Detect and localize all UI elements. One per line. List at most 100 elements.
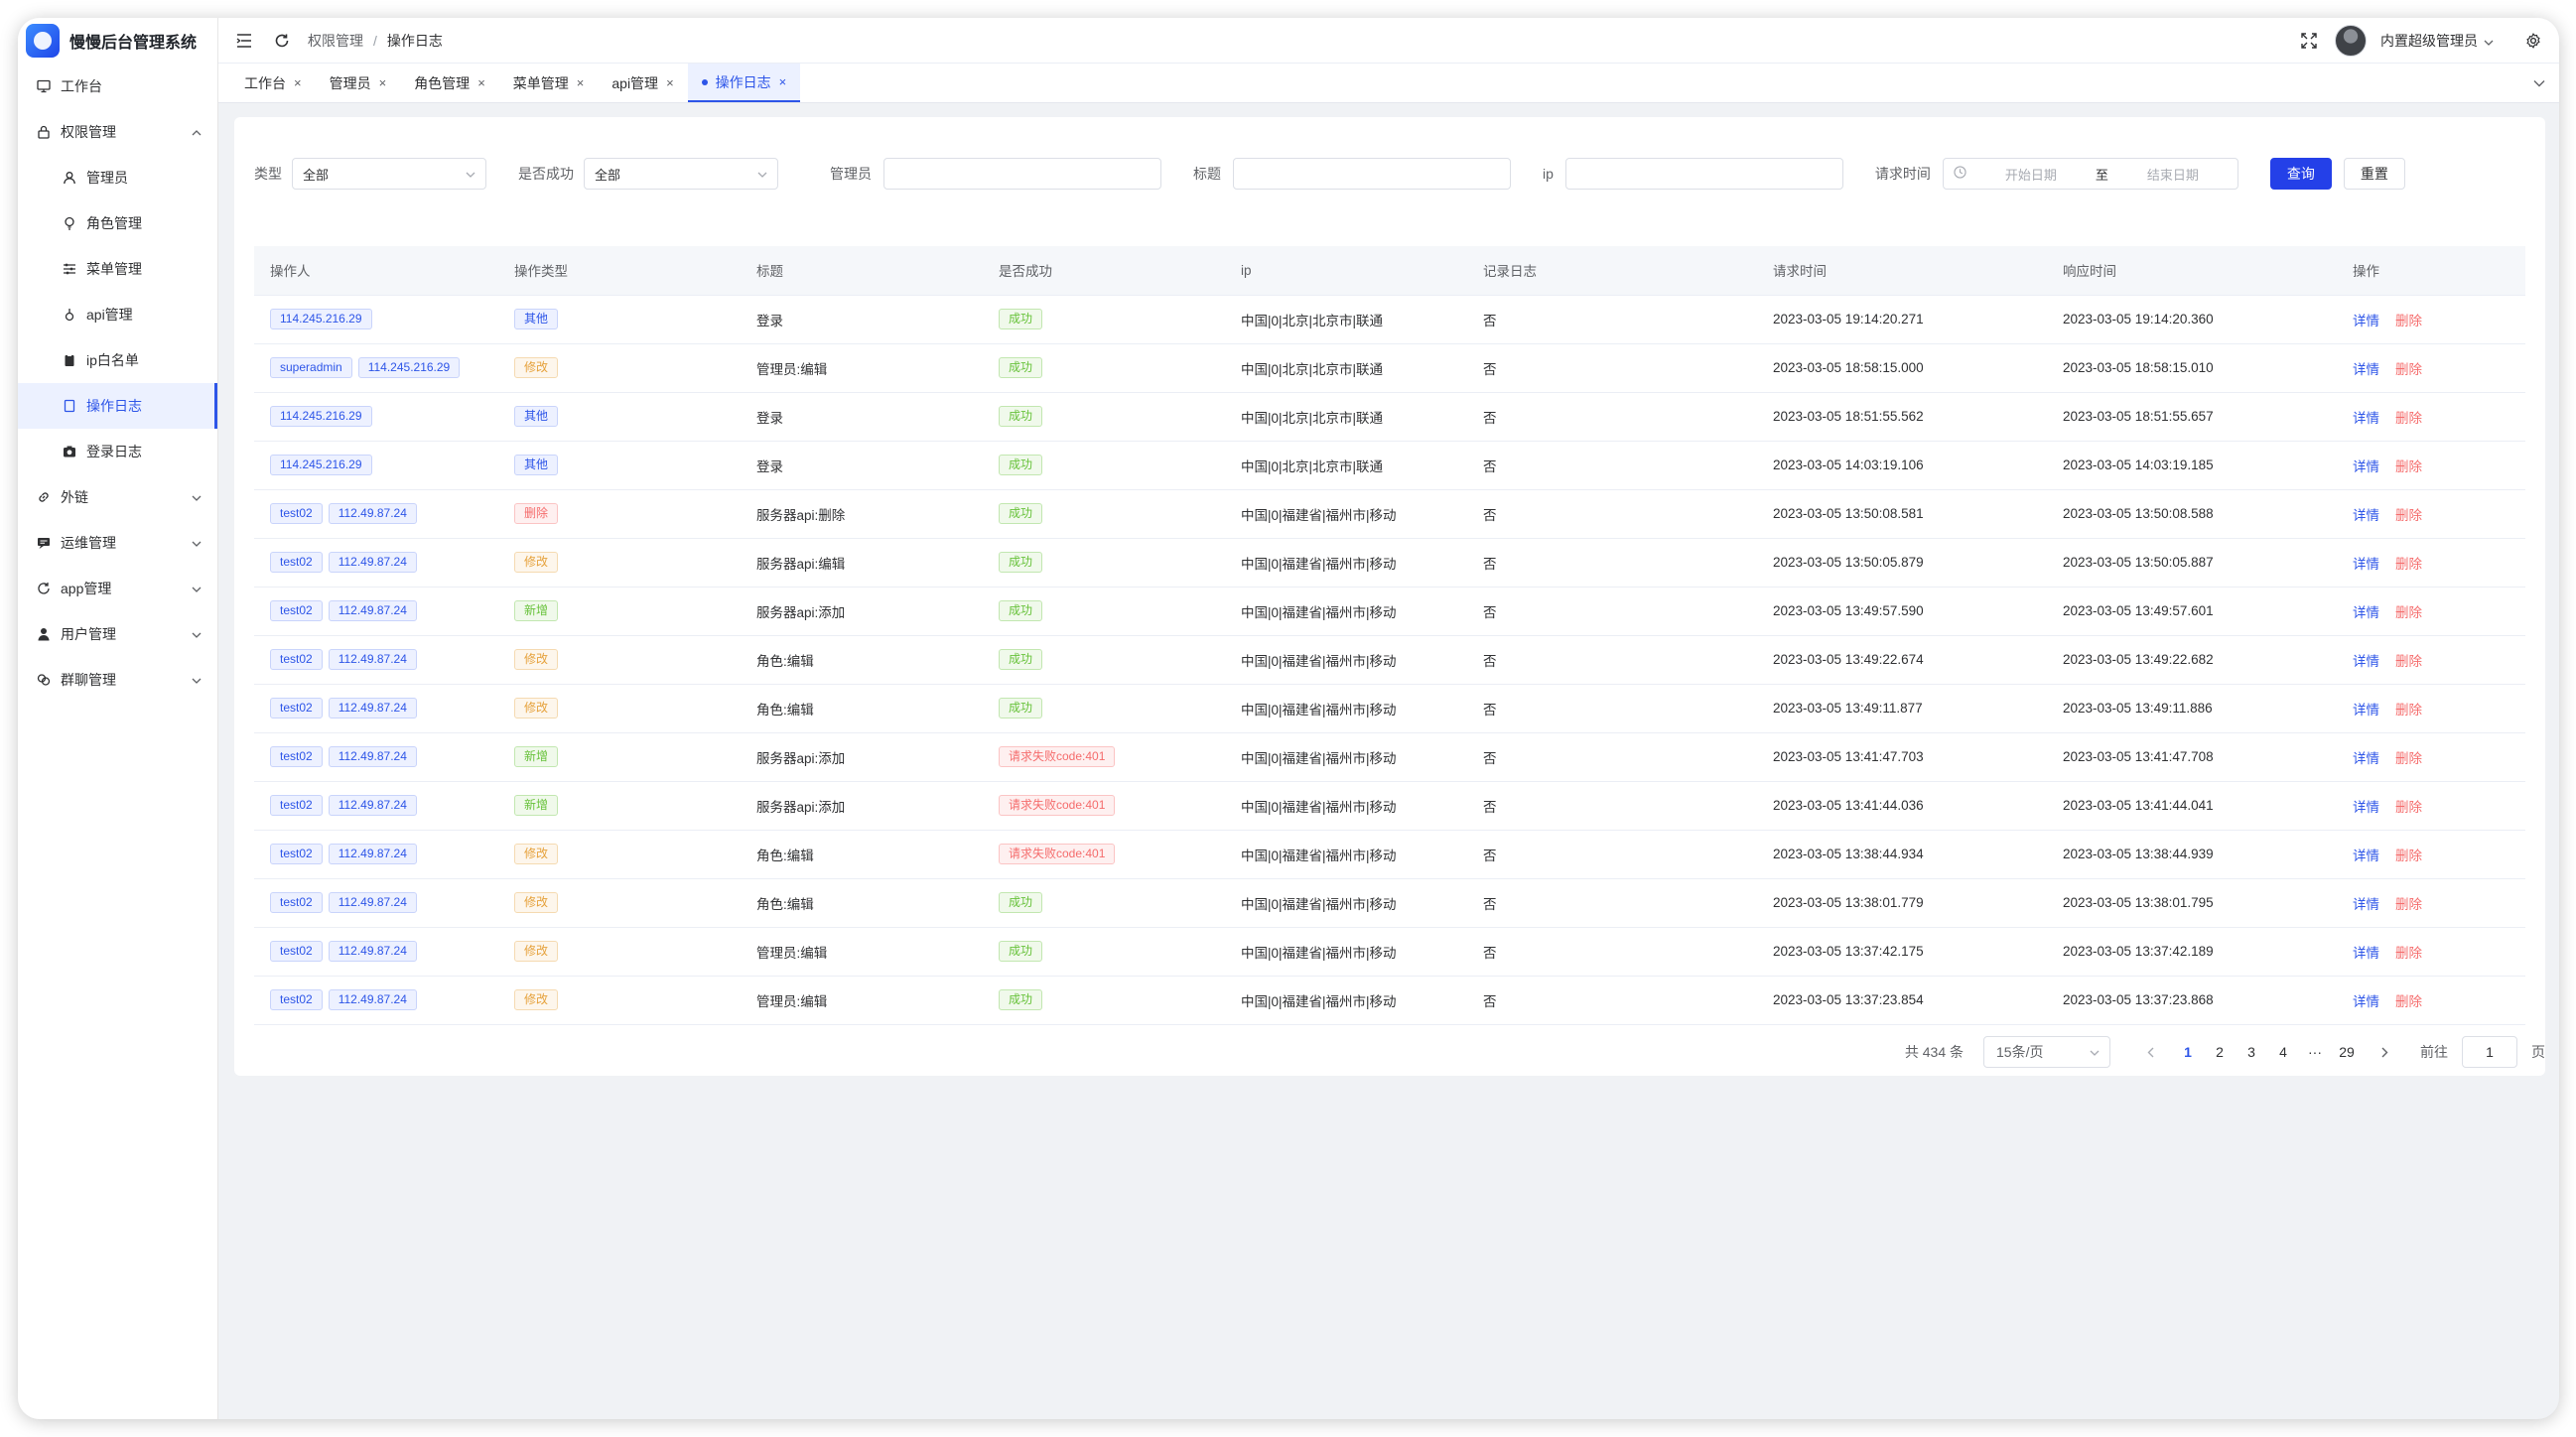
delete-button[interactable]: 删除 [2395,800,2422,815]
sidebar-item-5[interactable]: api管理 [18,292,217,337]
delete-button[interactable]: 删除 [2395,411,2422,426]
query-button[interactable]: 查询 [2269,158,2332,190]
sidebar-item-8[interactable]: 登录日志 [18,429,217,474]
detail-button[interactable]: 详情 [2353,508,2379,523]
sidebar-item-3[interactable]: 角色管理 [18,200,217,246]
tab-4[interactable]: api管理 × [598,64,687,102]
sidebar-item-label: 角色管理 [86,215,142,231]
detail-button[interactable]: 详情 [2353,362,2379,377]
link-icon [36,489,52,505]
end-date-placeholder[interactable]: 结束日期 [2118,165,2228,184]
detail-button[interactable]: 详情 [2353,314,2379,328]
sidebar-item-label: 菜单管理 [86,261,142,277]
date-range-picker[interactable]: 开始日期 至 结束日期 [1942,158,2238,190]
title-cell: 服务器api:编辑 [741,538,983,588]
response-time-text: 2023-03-05 13:49:22.682 [2063,652,2214,667]
sidebar-item-0[interactable]: 工作台 [18,64,217,109]
sidebar-item-10[interactable]: 运维管理 [18,520,217,566]
type-select[interactable]: 全部 [292,158,486,190]
sidebar-item-1[interactable]: 权限管理 [18,109,217,155]
page-number[interactable]: 29 [2331,1036,2363,1068]
refresh-icon[interactable] [270,29,294,53]
sidebar-item-7[interactable]: 操作日志 [18,383,217,429]
location-cell: 中国|0|福建省|福州市|移动 [1225,830,1467,879]
detail-button[interactable]: 详情 [2353,994,2379,1009]
delete-button[interactable]: 删除 [2395,897,2422,912]
sidebar-item-2[interactable]: 管理员 [18,155,217,200]
detail-button[interactable]: 详情 [2353,946,2379,961]
close-icon[interactable]: × [294,75,302,90]
detail-button[interactable]: 详情 [2353,654,2379,669]
tab-1[interactable]: 管理员 × [316,64,401,102]
menu-toggle-icon[interactable] [232,29,256,53]
delete-button[interactable]: 删除 [2395,849,2422,863]
page-number[interactable]: 4 [2267,1036,2299,1068]
delete-button[interactable]: 删除 [2395,362,2422,377]
ip-input[interactable] [1564,158,1843,190]
user-menu[interactable]: 内置超级管理员 [2380,31,2494,51]
sidebar-item-6[interactable]: ip白名单 [18,337,217,383]
delete-button[interactable]: 删除 [2395,994,2422,1009]
close-icon[interactable]: × [779,74,787,89]
more-pages-icon[interactable]: ··· [2299,1036,2331,1068]
tab-5[interactable]: 操作日志 × [687,64,801,102]
prev-page-icon[interactable] [2134,1036,2166,1068]
next-page-icon[interactable] [2369,1036,2400,1068]
page-number[interactable]: 2 [2204,1036,2236,1068]
admin-input[interactable] [883,158,1161,190]
sidebar-item-13[interactable]: 群聊管理 [18,657,217,703]
tabs-more-chevron-icon[interactable] [2519,64,2559,102]
fullscreen-icon[interactable] [2297,29,2321,53]
gear-icon[interactable] [2521,29,2545,53]
operator-tag: test02 [270,844,323,864]
detail-button[interactable]: 详情 [2353,800,2379,815]
detail-button[interactable]: 详情 [2353,751,2379,766]
detail-button[interactable]: 详情 [2353,703,2379,718]
page-number[interactable]: 1 [2172,1036,2204,1068]
response-time-text: 2023-03-05 14:03:19.185 [2063,457,2214,472]
title-cell: 管理员:编辑 [741,976,983,1025]
page-number[interactable]: 3 [2236,1036,2267,1068]
detail-button[interactable]: 详情 [2353,557,2379,572]
close-icon[interactable]: × [477,75,485,90]
sidebar-item-11[interactable]: app管理 [18,566,217,611]
delete-button[interactable]: 删除 [2395,314,2422,328]
delete-button[interactable]: 删除 [2395,751,2422,766]
close-icon[interactable]: × [666,75,674,90]
detail-button[interactable]: 详情 [2353,605,2379,620]
tab-0[interactable]: 工作台 × [230,64,316,102]
actions-cell: 详情 删除 [2337,684,2525,733]
close-icon[interactable]: × [379,75,387,90]
location-text: 中国|0|福建省|福州市|移动 [1241,507,1397,523]
response-time-cell: 2023-03-05 19:14:20.360 [2047,295,2337,344]
monitor-icon [36,78,52,94]
delete-button[interactable]: 删除 [2395,703,2422,718]
delete-button[interactable]: 删除 [2395,605,2422,620]
detail-button[interactable]: 详情 [2353,411,2379,426]
delete-button[interactable]: 删除 [2395,654,2422,669]
detail-button[interactable]: 详情 [2353,897,2379,912]
start-date-placeholder[interactable]: 开始日期 [1976,165,2086,184]
reset-button[interactable]: 重置 [2343,158,2405,190]
ip-tag: 112.49.87.24 [328,746,417,767]
sidebar-item-9[interactable]: 外链 [18,474,217,520]
page-size-select[interactable]: 15条/页 [1983,1036,2110,1068]
tab-2[interactable]: 角色管理 × [400,64,499,102]
response-time-cell: 2023-03-05 13:49:11.886 [2047,684,2337,733]
detail-button[interactable]: 详情 [2353,459,2379,474]
sidebar-item-12[interactable]: 用户管理 [18,611,217,657]
delete-button[interactable]: 删除 [2395,508,2422,523]
success-select[interactable]: 全部 [584,158,778,190]
avatar[interactable] [2335,24,2367,57]
delete-button[interactable]: 删除 [2395,459,2422,474]
goto-page-input[interactable]: 1 [2462,1036,2517,1068]
detail-button[interactable]: 详情 [2353,849,2379,863]
breadcrumb-item-parent[interactable]: 权限管理 [308,31,363,51]
close-icon[interactable]: × [577,75,585,90]
delete-button[interactable]: 删除 [2395,557,2422,572]
brand[interactable]: 慢慢后台管理系统 [18,18,217,64]
tab-3[interactable]: 菜单管理 × [499,64,599,102]
title-input[interactable] [1233,158,1511,190]
delete-button[interactable]: 删除 [2395,946,2422,961]
sidebar-item-4[interactable]: 菜单管理 [18,246,217,292]
